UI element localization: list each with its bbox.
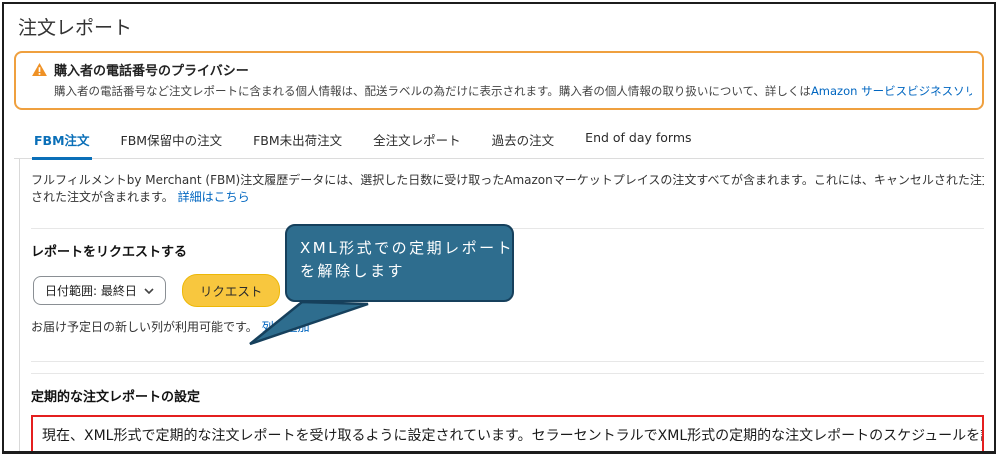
tab-past-orders[interactable]: 過去の注文	[490, 126, 557, 158]
banner-text: 購入者の電話番号など注文レポートに含まれる個人情報は、配送ラベルの為だけに表示さ…	[54, 84, 811, 98]
divider	[31, 373, 984, 374]
banner-title: 購入者の電話番号のプライバシー	[54, 64, 249, 79]
banner-body: 購入者の電話番号など注文レポートに含まれる個人情報は、配送ラベルの為だけに表示さ…	[54, 83, 972, 99]
page-title: 注文レポート	[18, 17, 133, 39]
business-solutions-agreement-link[interactable]: Amazon サービスビジネスソリューション契約	[811, 84, 972, 98]
note-text: お届け予定日の新しい列が利用可能です。	[31, 320, 258, 334]
tab-fbm-unshipped-orders[interactable]: FBM未出荷注文	[251, 126, 344, 158]
tooltip-line-2: を解除します	[300, 262, 406, 280]
intro-line-2: された注文が含まれます。 詳細はこちら	[31, 189, 984, 206]
chevron-down-icon	[144, 287, 154, 294]
tab-all-orders-report[interactable]: 全注文レポート	[371, 126, 463, 158]
intro-line-2-text: された注文が含まれます。	[31, 190, 174, 204]
tab-fbm-orders[interactable]: FBM注文	[32, 126, 92, 160]
learn-more-link[interactable]: 詳細はこちら	[178, 190, 250, 204]
warning-icon	[32, 63, 47, 76]
xml-unsubscribe-tooltip: XML形式での定期レポート設定 を解除します	[285, 224, 550, 302]
fbm-intro-text: フルフィルメントby Merchant (FBM)注文履歴データには、選択した日…	[31, 172, 984, 206]
report-tabs: FBM注文 FBM保留中の注文 FBM未出荷注文 全注文レポート 過去の注文 E…	[14, 126, 984, 160]
intro-line-1: フルフィルメントby Merchant (FBM)注文履歴データには、選択した日…	[31, 173, 984, 187]
scheduled-report-heading: 定期的な注文レポートの設定	[31, 390, 201, 405]
privacy-warning-banner: 購入者の電話番号のプライバシー 購入者の電話番号など注文レポートに含まれる個人情…	[14, 51, 984, 110]
xml-schedule-alert: 現在、XML形式で定期的な注文レポートを受け取るように設定されています。セラーセ…	[31, 415, 984, 451]
tab-end-of-day-forms[interactable]: End of day forms	[583, 126, 693, 158]
order-report-page: 注文レポート 購入者の電話番号のプライバシー 購入者の電話番号など注文レポートに…	[2, 2, 996, 454]
new-column-note: お届け予定日の新しい列が利用可能です。 列を追加	[31, 318, 984, 335]
banner-title-row: 購入者の電話番号のプライバシー	[32, 60, 972, 79]
tab-content-panel: フルフィルメントby Merchant (FBM)注文履歴データには、選択した日…	[19, 159, 994, 451]
tooltip-tail	[249, 300, 369, 346]
date-range-dropdown[interactable]: 日付範囲: 最終日	[33, 276, 166, 305]
date-range-value: 日付範囲: 最終日	[45, 284, 137, 298]
tab-fbm-pending-orders[interactable]: FBM保留中の注文	[119, 126, 225, 158]
tooltip-line-1: XML形式での定期レポート設定	[300, 239, 550, 257]
divider	[31, 361, 984, 362]
